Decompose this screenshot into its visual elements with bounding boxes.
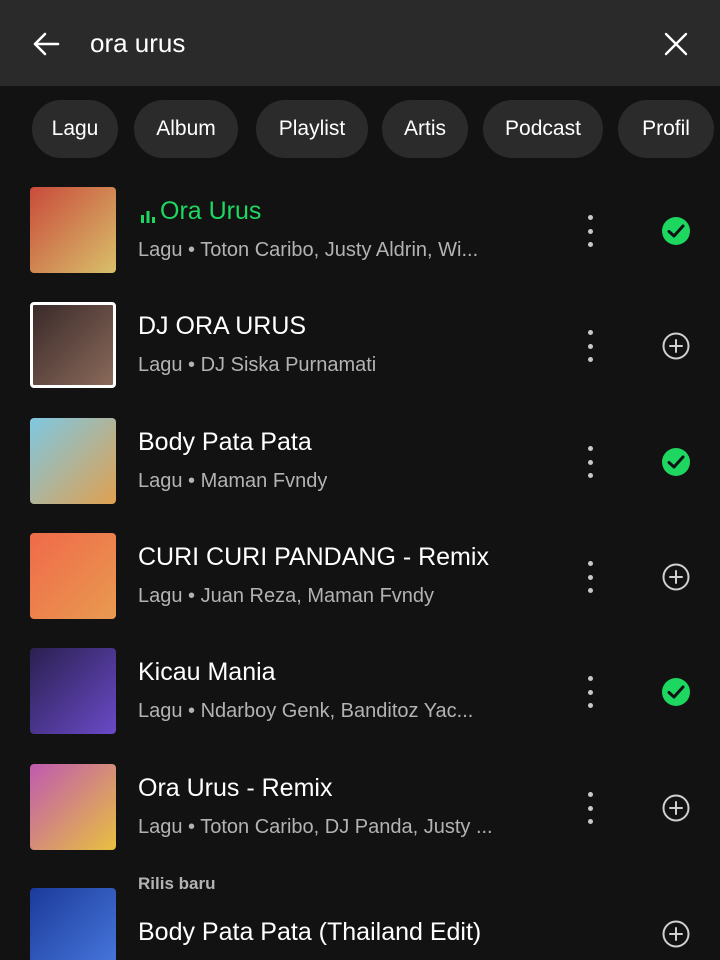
more-dot-icon	[587, 588, 593, 593]
track-title: Ora Urus	[160, 197, 262, 225]
more-dot-icon	[587, 574, 593, 580]
more-dot-icon	[587, 703, 593, 708]
search-input[interactable]: ora urus	[90, 28, 185, 59]
more-dot-icon	[587, 805, 593, 811]
track-subtitle: Lagu • Toton Caribo, Justy Aldrin, Wi...	[138, 239, 479, 261]
track-row[interactable]: Kicau Mania Lagu • Ndarboy Genk, Banditoz…	[0, 648, 720, 758]
track-title: CURI CURI PANDANG - Remix	[138, 543, 489, 571]
add-to-library-icon[interactable]	[660, 330, 692, 362]
track-subtitle: Lagu • Juan Reza, Maman Fvndy	[138, 585, 435, 607]
more-options-button[interactable]	[578, 788, 602, 828]
add-to-library-icon[interactable]	[660, 918, 692, 950]
filter-chips: Lagu Album Playlist Artis Podcast Profil	[0, 100, 720, 160]
track-title: Body Pata Pata	[138, 428, 312, 456]
more-dot-icon	[587, 330, 593, 335]
more-dot-icon	[587, 357, 593, 362]
track-row[interactable]: Body Pata Pata Lagu • Maman Fvndy	[0, 418, 720, 528]
track-row[interactable]: Ora Urus - Remix Lagu • Toton Caribo, DJ …	[0, 764, 720, 874]
track-subtitle: Lagu • Toton Caribo, DJ Panda, Justy ...	[138, 816, 493, 838]
more-options-button[interactable]	[578, 672, 602, 712]
track-cover-art	[30, 888, 116, 960]
more-options-button[interactable]	[578, 557, 602, 597]
track-title: Body Pata Pata (Thailand Edit)	[138, 918, 482, 946]
more-dot-icon	[587, 459, 593, 465]
more-dot-icon	[587, 689, 593, 695]
more-dot-icon	[587, 446, 593, 451]
saved-check-icon[interactable]	[660, 446, 692, 478]
track-subtitle: Lagu • DJ Siska Purnamati	[138, 354, 377, 376]
add-to-library-icon[interactable]	[660, 792, 692, 824]
track-title: DJ ORA URUS	[138, 312, 307, 340]
track-cover-art	[30, 764, 116, 850]
filter-chip-album[interactable]: Album	[134, 100, 238, 158]
more-dot-icon	[587, 792, 593, 797]
back-button[interactable]	[28, 26, 64, 62]
more-dot-icon	[587, 242, 593, 247]
more-options-button[interactable]	[578, 211, 602, 251]
track-cover-art	[30, 302, 116, 388]
new-release-label: Rilis baru	[138, 874, 216, 893]
saved-check-icon[interactable]	[660, 215, 692, 247]
track-subtitle: Lagu • Ndarboy Genk, Banditoz Yac...	[138, 700, 474, 722]
more-dot-icon	[587, 473, 593, 478]
more-options-button[interactable]	[578, 326, 602, 366]
more-options-button[interactable]	[578, 442, 602, 482]
saved-check-icon[interactable]	[660, 676, 692, 708]
track-cover-art	[30, 187, 116, 273]
add-to-library-icon[interactable]	[660, 561, 692, 593]
filter-chip-podcast[interactable]: Podcast	[483, 100, 603, 158]
filter-chip-playlist[interactable]: Playlist	[256, 100, 368, 158]
track-cover-art	[30, 418, 116, 504]
track-title: Kicau Mania	[138, 658, 276, 686]
arrow-left-icon	[33, 32, 60, 56]
track-row[interactable]: DJ ORA URUS Lagu • DJ Siska Purnamati	[0, 302, 720, 412]
more-dot-icon	[587, 561, 593, 566]
more-dot-icon	[587, 215, 593, 220]
track-row[interactable]: Rilis baru Body Pata Pata (Thailand Edit)	[0, 874, 720, 960]
more-dot-icon	[587, 228, 593, 234]
track-cover-art	[30, 648, 116, 734]
track-subtitle: Lagu • Maman Fvndy	[138, 470, 328, 492]
track-title: Ora Urus - Remix	[138, 774, 333, 802]
more-dot-icon	[587, 343, 593, 349]
more-dot-icon	[587, 676, 593, 681]
more-dot-icon	[587, 819, 593, 824]
close-icon	[664, 32, 688, 56]
filter-chip-lagu[interactable]: Lagu	[32, 100, 118, 158]
track-row[interactable]: CURI CURI PANDANG - Remix Lagu • Juan Rez…	[0, 533, 720, 643]
filter-chip-profil[interactable]: Profil	[618, 100, 714, 158]
track-row[interactable]: Ora Urus Lagu • Toton Caribo, Justy Aldri…	[0, 187, 720, 297]
clear-search-button[interactable]	[658, 26, 694, 62]
search-header: ora urus	[0, 0, 720, 86]
filter-chip-artis[interactable]: Artis	[382, 100, 468, 158]
track-cover-art	[30, 533, 116, 619]
now-playing-equalizer-icon	[141, 211, 155, 223]
